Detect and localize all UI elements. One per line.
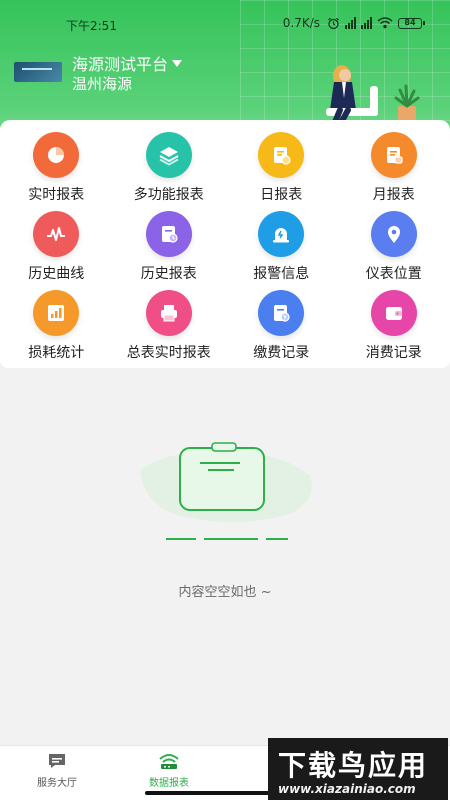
site-watermark: 下载鸟应用 www.xiazainiao.com (268, 738, 448, 800)
menu-item-label: 损耗统计 (28, 345, 85, 361)
menu-item-label: 总表实时报表 (126, 345, 211, 361)
menu-item-master-meter-realtime-report[interactable]: 总表实时报表 (113, 290, 226, 369)
menu-item-realtime-report[interactable]: 实时报表 (0, 132, 113, 211)
empty-state-message: 内容空空如也 ~ (178, 585, 272, 600)
network-speed: 0.7K/s (282, 16, 320, 30)
menu-item-history-curve[interactable]: 历史曲线 (0, 211, 113, 290)
menu-item-label: 月报表 (372, 187, 415, 203)
menu-item-loss-statistics[interactable]: 损耗统计 (0, 290, 113, 369)
function-grid: 实时报表 多功能报表 日报表 月报表 历史曲线 历史报表 报警信息 仪表位置 损… (0, 132, 450, 369)
nav-tab-service-hall[interactable]: 服务大厅 (12, 752, 102, 789)
menu-item-label: 历史曲线 (28, 266, 85, 282)
daily-report-icon (258, 132, 305, 178)
menu-item-daily-report[interactable]: 日报表 (225, 132, 338, 211)
signal-strength-icon-2 (361, 17, 372, 29)
watermark-url: www.xiazainiao.com (278, 782, 416, 796)
menu-item-label: 日报表 (260, 187, 303, 203)
company-logo (14, 62, 62, 82)
wallet-icon (370, 290, 417, 336)
menu-item-label: 多功能报表 (133, 187, 204, 203)
menu-item-meter-location[interactable]: 仪表位置 (338, 211, 450, 290)
platform-switcher[interactable]: 海源测试平台 (72, 51, 183, 75)
alarm-clock-icon (328, 17, 339, 29)
pie-chart-icon (33, 132, 80, 178)
data-report-icon (159, 754, 179, 769)
monthly-report-icon (370, 132, 417, 178)
menu-item-label: 报警信息 (253, 266, 310, 282)
status-bar: 下午2:51 0.7K/s 84 (0, 14, 450, 36)
menu-item-label: 历史报表 (140, 266, 197, 282)
chat-icon (49, 754, 65, 768)
bar-stats-icon (33, 290, 80, 336)
menu-item-alarm-info[interactable]: 报警信息 (225, 211, 338, 290)
menu-item-label: 缴费记录 (253, 345, 310, 361)
nav-tab-data-report[interactable]: 数据报表 (124, 752, 214, 789)
wifi-icon (377, 17, 393, 29)
menu-item-label: 消费记录 (365, 345, 422, 361)
menu-item-label: 仪表位置 (365, 266, 422, 282)
battery-icon: 84 (398, 17, 425, 29)
history-report-icon (145, 211, 192, 257)
empty-box-illustration (140, 442, 312, 540)
menu-item-monthly-report[interactable]: 月报表 (338, 132, 450, 211)
function-grid-card: 实时报表 多功能报表 日报表 月报表 历史曲线 历史报表 报警信息 仪表位置 损… (0, 120, 450, 368)
alarm-icon (258, 211, 305, 257)
menu-item-history-report[interactable]: 历史报表 (113, 211, 226, 290)
layers-icon (145, 132, 192, 178)
status-time: 下午2:51 (66, 19, 117, 33)
watermark-title: 下载鸟应用 (278, 749, 429, 782)
organization-name: 温州海源 (72, 75, 133, 93)
payment-record-icon (258, 290, 305, 336)
menu-item-consumption-records[interactable]: 消费记录 (338, 290, 450, 369)
menu-item-label: 实时报表 (28, 187, 85, 203)
nav-label: 数据报表 (149, 778, 189, 789)
printer-icon (145, 290, 192, 336)
menu-item-multi-function-report[interactable]: 多功能报表 (113, 132, 226, 211)
location-pin-icon (370, 211, 417, 257)
status-indicators: 0.7K/s 84 (282, 16, 425, 30)
platform-name: 海源测试平台 (72, 55, 169, 74)
menu-item-payment-records[interactable]: 缴费记录 (225, 290, 338, 369)
nav-label: 服务大厅 (37, 778, 77, 789)
curve-icon (33, 211, 80, 257)
signal-strength-icon (345, 17, 356, 29)
dropdown-caret-icon (172, 59, 183, 67)
